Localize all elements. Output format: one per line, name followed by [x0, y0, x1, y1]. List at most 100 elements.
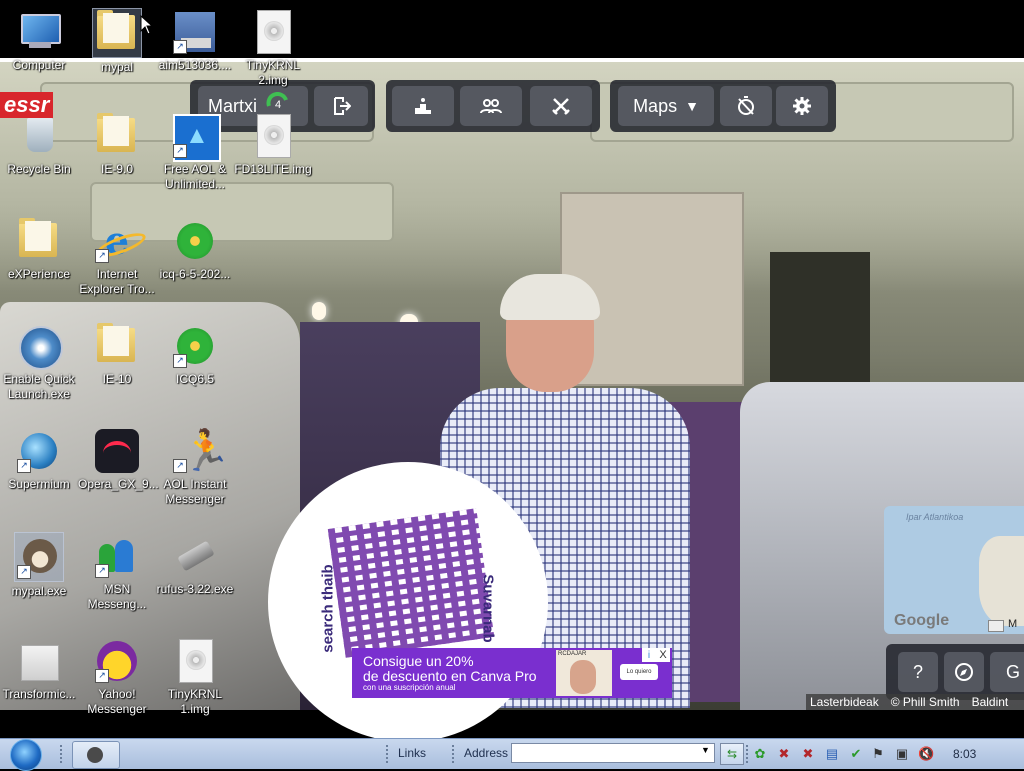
desktop-icon-label: ICQ6.5	[175, 372, 214, 386]
desktop-icon-aim-installer[interactable]: ↗ aim513036....	[156, 8, 234, 73]
desktop-icon-tinykrnl1[interactable]: TinyKRNL 1.img	[156, 637, 234, 717]
desktop-icon-label: IE-9.0	[100, 162, 133, 176]
exit-icon	[334, 97, 351, 115]
timer-toggle-button[interactable]	[720, 86, 772, 126]
folder-icon	[97, 113, 135, 152]
desktop-icon-transformic[interactable]: Transformic...	[0, 637, 78, 702]
desktop-icon-tinykrnl2[interactable]: TinyKRNL 2.img	[234, 8, 312, 88]
streetview-credits: Lasterbideak © Phill Smith Baldint	[806, 694, 1024, 710]
document-tray-icon[interactable]: ▤	[824, 746, 840, 762]
desktop-icon-label: Transformic...	[2, 687, 76, 701]
toolbar-grip[interactable]	[60, 745, 68, 763]
mypal-app-icon	[87, 747, 103, 763]
guess-button[interactable]: G	[990, 652, 1024, 692]
shortcut-arrow-icon: ↗	[17, 459, 31, 473]
quick-launch-icon	[19, 326, 63, 370]
monitor-tray-icon[interactable]: ▣	[894, 746, 910, 762]
desktop-icon-internet-explorer[interactable]: e ↗ Internet Explorer Tro...	[78, 217, 156, 297]
desktop-icon-label: Free AOL & Unlimited...	[163, 162, 227, 191]
box-icon	[21, 645, 59, 681]
desktop-icon-label: AOL Instant Messenger	[163, 477, 227, 506]
desktop-icon-opera-gx[interactable]: Opera_GX_9...	[78, 427, 159, 492]
go-button[interactable]: ⇆	[720, 743, 744, 765]
update-tray-icon[interactable]: ✖	[800, 746, 816, 762]
sign-text: Suvarnab	[479, 574, 497, 643]
ad-face-photo	[570, 660, 596, 694]
flag-tray-icon[interactable]: ⚑	[870, 746, 886, 762]
chevron-down-icon[interactable]: ▼	[701, 745, 710, 755]
minimap[interactable]: Ipar Atlantikoa Google M	[884, 506, 1024, 634]
desktop-icon-mypal-exe[interactable]: ↗ mypal.exe	[0, 532, 78, 599]
ad-subheadline: de descuento en Canva Pro	[363, 668, 537, 684]
terms-link[interactable]: Baldint	[972, 695, 1009, 709]
caret-down-icon: ▼	[685, 98, 699, 114]
folder-icon	[19, 218, 57, 257]
taskbar: Links Address ▼ ⇆ ✿ ✖ ✖ ▤ ✔ ⚑ ▣ 🔇 8:03	[0, 738, 1024, 771]
address-input[interactable]	[511, 743, 715, 763]
maps-label: Maps	[633, 95, 678, 116]
desktop-icon-rufus[interactable]: rufus-3.22.exe	[156, 532, 234, 597]
shield-tray-icon[interactable]: ✔	[848, 746, 864, 762]
desktop-icon-enable-quick-launch[interactable]: Enable Quick Launch.exe	[0, 322, 78, 402]
desktop-icon-fd13lite[interactable]: FD13LITE.img	[234, 112, 312, 177]
duels-button[interactable]	[530, 86, 592, 126]
compass-button[interactable]	[944, 652, 984, 692]
swords-icon	[552, 98, 570, 115]
guess-label: G	[1006, 661, 1021, 682]
desktop-icon-label: mypal.exe	[11, 584, 67, 598]
no-timer-icon	[738, 96, 754, 115]
desktop-icon-free-aol[interactable]: ↗ Free AOL & Unlimited...	[156, 112, 234, 192]
taskbar-button-mypal[interactable]	[72, 741, 120, 769]
google-logo: Google	[894, 612, 950, 629]
icq-installer-icon	[177, 223, 213, 259]
desktop-icon-label: Supermium	[8, 477, 70, 491]
toolbar-grip[interactable]	[452, 745, 460, 763]
ad-cta-button[interactable]: Lo quiero	[620, 664, 658, 680]
desktop-icon-icq-installer[interactable]: icq-6-5-202...	[156, 217, 234, 282]
desktop-icon-yahoo[interactable]: ↗ Yahoo! Messenger	[78, 637, 156, 717]
sign-text: search thaib	[319, 564, 337, 653]
disc-image-icon	[179, 639, 213, 683]
desktop-icon-icq65[interactable]: ↗ ICQ6.5	[156, 322, 234, 387]
desktop-icon-label: eXPerience	[7, 267, 71, 281]
qr-code	[327, 508, 495, 658]
help-button[interactable]: ?	[898, 652, 938, 692]
shortcut-arrow-icon: ↗	[95, 249, 109, 263]
volume-muted-icon[interactable]: 🔇	[918, 746, 934, 762]
desktop-icon-experience[interactable]: eXPerience	[0, 217, 78, 282]
keyboard-icon[interactable]	[988, 620, 1004, 632]
desktop-icon-label: rufus-3.22.exe	[156, 582, 234, 596]
desktop-icon-msn[interactable]: ↗ MSN Messeng...	[78, 532, 156, 612]
network-tray-icon[interactable]: ✿	[752, 746, 768, 762]
clock[interactable]: 8:03	[953, 747, 976, 761]
settings-button[interactable]	[776, 86, 828, 126]
security-tray-icon[interactable]: ✖	[776, 746, 792, 762]
party-button[interactable]	[460, 86, 522, 126]
desktop-icon-label: mypal	[100, 60, 133, 74]
shortcut-arrow-icon: ↗	[173, 40, 187, 54]
desktop-icon-ie9[interactable]: IE-9.0	[78, 112, 156, 177]
maps-dropdown[interactable]: Maps ▼	[618, 86, 714, 126]
desktop-icon-supermium[interactable]: ↗ Supermium	[0, 427, 78, 492]
start-button[interactable]	[6, 739, 44, 771]
desktop-icon-computer[interactable]: Computer	[0, 8, 78, 73]
desktop-icon-aim[interactable]: 🏃 ↗ AOL Instant Messenger	[156, 427, 234, 507]
desktop-icon-label: Enable Quick Launch.exe	[3, 372, 75, 401]
desktop-icon-ie10[interactable]: IE-10	[78, 322, 156, 387]
canva-ad-banner[interactable]: Consigue un 20% de descuento en Canva Pr…	[352, 648, 672, 698]
recycle-bin-icon	[27, 118, 53, 152]
shortcut-arrow-icon: ↗	[95, 669, 109, 683]
desktop-icon-label: TinyKRNL 2.img	[245, 58, 301, 87]
exit-button[interactable]	[314, 86, 368, 126]
leaderboard-button[interactable]	[392, 86, 454, 126]
usb-drive-icon	[177, 540, 215, 572]
desktop-icon-label: IE-10	[102, 372, 132, 386]
bottom-controls: ? G	[886, 644, 1024, 700]
toolbar-grip[interactable]	[386, 745, 394, 763]
shortcuts-link[interactable]: Lasterbideak	[810, 695, 879, 709]
desktop-icon-recycle-bin[interactable]: Recycle Bin	[0, 112, 78, 177]
windows-logo-icon	[10, 739, 42, 771]
links-toolbar[interactable]: Links	[398, 746, 426, 760]
ad-close-button[interactable]: X	[656, 648, 670, 662]
ad-info-icon[interactable]: i	[642, 648, 656, 662]
